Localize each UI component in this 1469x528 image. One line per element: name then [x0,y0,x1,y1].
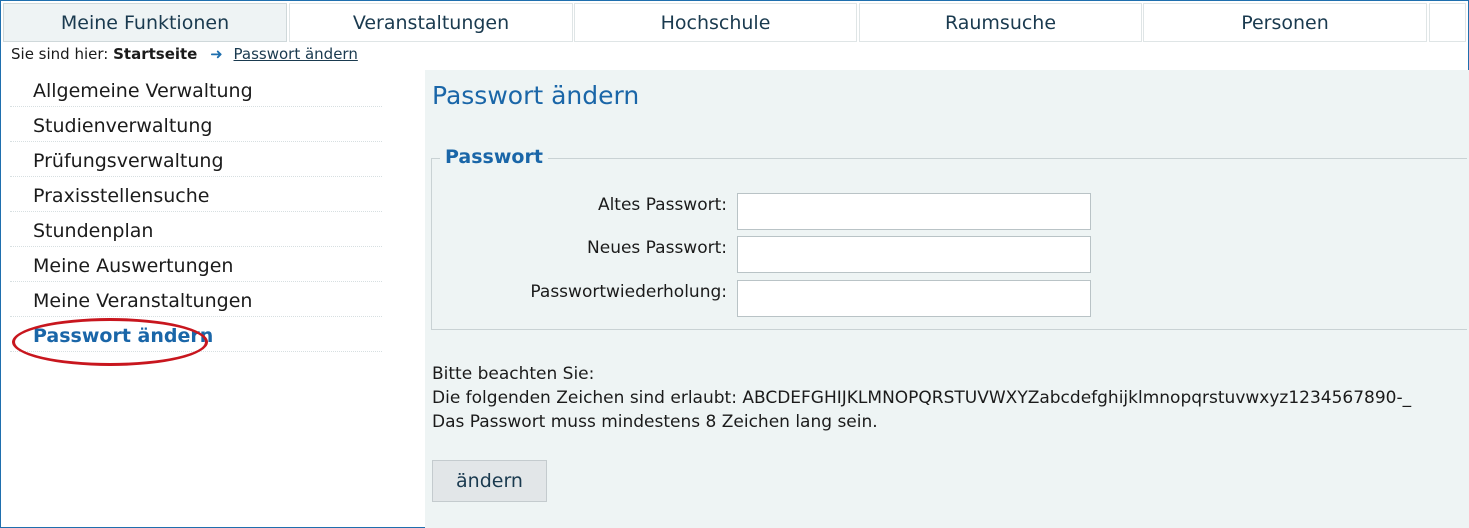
tab-more[interactable] [1429,3,1466,42]
page-title: Passwort ändern [432,81,640,110]
old-password-label: Altes Passwort: [597,195,727,215]
arrow-right-icon: ➜ [210,45,223,63]
sidebar-item-stundenplan[interactable]: Stundenplan [10,212,382,247]
new-password-label: Neues Passwort: [587,238,727,258]
note-min-length: Das Passwort muss mindestens 8 Zeichen l… [432,412,878,432]
password-repeat-field[interactable] [737,280,1091,317]
sidebar-item-meine-veranstaltungen[interactable]: Meine Veranstaltungen [10,282,382,317]
change-password-button[interactable]: ändern [432,460,547,502]
sidebar-item-allgemeine-verwaltung[interactable]: Allgemeine Verwaltung [10,72,382,107]
password-fieldset: Passwort Altes Passwort: Neues Passwort:… [431,146,1467,330]
sidebar-item-praxisstellensuche[interactable]: Praxisstellensuche [10,177,382,212]
note-allowed-characters: Die folgenden Zeichen sind erlaubt: ABCD… [432,388,1412,408]
tab-hochschule[interactable]: Hochschule [574,3,857,42]
old-password-field[interactable] [737,193,1091,230]
sidebar-item-studienverwaltung[interactable]: Studienverwaltung [10,107,382,142]
sidebar-item-meine-auswertungen[interactable]: Meine Auswertungen [10,247,382,282]
tab-personen[interactable]: Personen [1143,3,1427,42]
top-navigation: Meine Funktionen Veranstaltungen Hochsch… [3,3,1466,43]
breadcrumb-prefix: Sie sind hier: [11,45,109,63]
new-password-field[interactable] [737,236,1091,273]
breadcrumb: Sie sind hier: Startseite ➜ Passwort änd… [11,45,358,63]
note-heading: Bitte beachten Sie: [432,364,595,384]
fieldset-legend: Passwort [440,146,548,168]
sidebar-separator [10,387,382,422]
main-content: Passwort ändern Passwort Altes Passwort:… [425,70,1469,528]
tab-meine-funktionen[interactable]: Meine Funktionen [3,3,287,42]
tab-raumsuche[interactable]: Raumsuche [859,3,1142,42]
password-repeat-label: Passwortwiederholung: [530,282,727,302]
tab-veranstaltungen[interactable]: Veranstaltungen [289,3,573,42]
breadcrumb-link-passwort-aendern[interactable]: Passwort ändern [234,45,358,63]
highlight-annotation-ellipse [12,318,208,366]
sidebar-item-pruefungsverwaltung[interactable]: Prüfungsverwaltung [10,142,382,177]
breadcrumb-current: Startseite [113,45,198,63]
